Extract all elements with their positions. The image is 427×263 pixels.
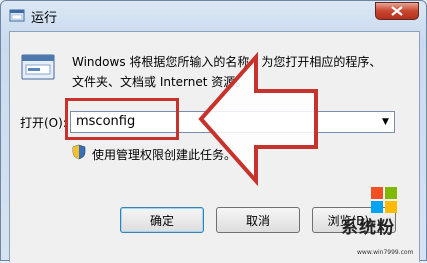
watermark-site: www.win7999.com xyxy=(357,249,414,256)
close-icon xyxy=(391,6,403,16)
title-bar[interactable]: 运行 xyxy=(1,1,426,31)
cancel-button[interactable]: 取消 xyxy=(216,207,300,233)
open-label: 打开(O): xyxy=(20,116,67,130)
watermark-brand: 系统粉 xyxy=(341,218,395,238)
ok-button[interactable]: 确定 xyxy=(120,207,204,233)
run-dialog-window: 运行 Windows 将根据您所输入的名称，为您打开相应的程序、 文件夹、文档或… xyxy=(0,0,427,263)
dropdown-arrow-icon[interactable]: ▼ xyxy=(377,112,394,132)
annotation-highlight-box xyxy=(65,98,179,140)
run-app-icon xyxy=(9,9,25,22)
run-icon xyxy=(21,54,55,80)
annotation-arrow xyxy=(198,51,318,187)
window-title: 运行 xyxy=(31,11,58,26)
uac-shield-icon xyxy=(72,144,86,160)
close-button[interactable] xyxy=(375,2,419,20)
